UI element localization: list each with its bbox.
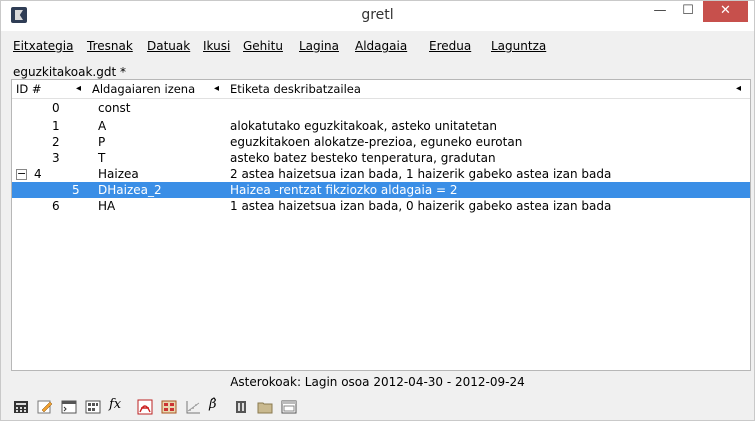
row-label: asteko batez besteko tenperatura, gradut… bbox=[230, 151, 496, 165]
table-row[interactable]: 0 const bbox=[12, 100, 750, 116]
row-id: 5 bbox=[72, 183, 80, 197]
table-header: ID # ◂ Aldagaiaren izena ◂ Etiketa deskr… bbox=[12, 80, 750, 99]
row-id: 4 bbox=[34, 167, 42, 181]
menu-variable[interactable]: Aldagaia bbox=[355, 39, 407, 53]
terminal-icon[interactable] bbox=[61, 399, 77, 415]
menu-model-label: Eredua bbox=[429, 39, 472, 53]
edit-icon[interactable] bbox=[37, 399, 53, 415]
column-header-id[interactable]: ID # bbox=[16, 82, 42, 96]
maximize-button[interactable]: ☐ bbox=[675, 1, 701, 22]
pdf-icon[interactable] bbox=[137, 399, 153, 415]
row-name: P bbox=[98, 135, 106, 149]
close-button[interactable]: ✕ bbox=[703, 1, 748, 22]
row-id: 6 bbox=[52, 199, 60, 213]
menu-file[interactable]: Eitxategia bbox=[13, 39, 73, 53]
menu-help[interactable]: Laguntza bbox=[491, 39, 546, 53]
title-bar[interactable]: gretl — ☐ ✕ bbox=[1, 1, 754, 31]
calculator-icon[interactable] bbox=[13, 399, 29, 415]
column-header-name[interactable]: Aldagaiaren izena bbox=[92, 82, 195, 96]
function-icon[interactable]: fx bbox=[109, 397, 129, 413]
menu-sample-label: Lagina bbox=[299, 39, 339, 53]
row-name: T bbox=[98, 151, 106, 165]
row-id: 0 bbox=[52, 101, 60, 115]
menu-add[interactable]: Gehitu bbox=[243, 39, 283, 53]
menu-bar: Eitxategia Tresnak Datuak Ikusi Gehitu L… bbox=[1, 39, 754, 59]
row-name: Haizea bbox=[98, 167, 139, 181]
menu-file-label: Eitxategia bbox=[13, 39, 74, 53]
database-icon[interactable] bbox=[233, 399, 249, 415]
menu-variable-label: Aldagaia bbox=[355, 39, 408, 53]
window-title: gretl bbox=[361, 7, 394, 23]
bottom-toolbar: fx β̂ bbox=[13, 397, 433, 417]
menu-add-label: Gehitu bbox=[243, 39, 283, 53]
row-id: 3 bbox=[52, 151, 60, 165]
status-bar: Asterokoak: Lagin osoa 2012-04-30 - 2012… bbox=[230, 375, 525, 389]
row-label: eguzkitakoen alokatze-prezioa, eguneko e… bbox=[230, 135, 523, 149]
menu-data[interactable]: Datuak bbox=[147, 39, 190, 53]
table-row[interactable]: − 4 Haizea 2 astea haizetsua izan bada, … bbox=[12, 166, 750, 182]
menu-sample[interactable]: Lagina bbox=[299, 39, 339, 53]
menu-view[interactable]: Ikusi bbox=[203, 39, 230, 53]
scroll-columns-icon[interactable]: ◂ bbox=[736, 83, 741, 94]
row-name: A bbox=[98, 119, 107, 133]
row-label: alokatutako eguzkitakoak, asteko unitate… bbox=[230, 119, 497, 133]
menu-tools-label: Tresnak bbox=[87, 39, 133, 53]
table-row[interactable]: 1 A alokatutako eguzkitakoak, asteko uni… bbox=[12, 118, 750, 134]
main-window: gretl — ☐ ✕ Eitxategia Tresnak Datuak Ik… bbox=[0, 0, 755, 421]
menu-view-label: Ikusi bbox=[203, 39, 231, 53]
table-row[interactable]: 3 T asteko batez besteko tenperatura, gr… bbox=[12, 150, 750, 166]
row-name: DHaizea_2 bbox=[98, 183, 162, 197]
plot-icon[interactable] bbox=[185, 399, 201, 415]
row-id: 2 bbox=[52, 135, 60, 149]
dataset-filename: eguzkitakoak.gdt * bbox=[13, 65, 126, 79]
row-name: HA bbox=[98, 199, 116, 213]
collapse-expander[interactable]: − bbox=[16, 168, 27, 180]
row-label: 2 astea haizetsua izan bada, 1 haizerik … bbox=[230, 167, 612, 181]
menu-tools[interactable]: Tresnak bbox=[87, 39, 133, 53]
table-row-selected[interactable]: 5 DHaizea_2 Haizea -rentzat fikziozko al… bbox=[12, 182, 750, 198]
table-row[interactable]: 6 HA 1 astea haizetsua izan bada, 0 haiz… bbox=[12, 198, 750, 214]
table-row[interactable]: 2 P eguzkitakoen alokatze-prezioa, egune… bbox=[12, 134, 750, 150]
variable-list[interactable]: ID # ◂ Aldagaiaren izena ◂ Etiketa deskr… bbox=[11, 79, 751, 371]
sort-left-icon[interactable]: ◂ bbox=[76, 83, 81, 94]
menu-model[interactable]: Eredua bbox=[429, 39, 471, 53]
sort-left-icon[interactable]: ◂ bbox=[214, 83, 219, 94]
menu-help-label: Laguntza bbox=[491, 39, 547, 53]
row-label: 1 astea haizetsua izan bada, 0 haizerik … bbox=[230, 199, 612, 213]
row-name: const bbox=[98, 101, 131, 115]
row-id: 1 bbox=[52, 119, 60, 133]
window-icon[interactable] bbox=[281, 399, 297, 415]
menu-data-label: Datuak bbox=[147, 39, 191, 53]
icon-view-icon[interactable] bbox=[161, 399, 177, 415]
row-label: Haizea -rentzat fikziozko aldagaia = 2 bbox=[230, 183, 458, 197]
minimize-button[interactable]: — bbox=[647, 1, 673, 22]
folder-icon[interactable] bbox=[257, 399, 273, 415]
model-icon[interactable]: β̂ bbox=[209, 397, 225, 413]
column-header-label[interactable]: Etiketa deskribatzailea bbox=[230, 82, 361, 96]
session-icon[interactable] bbox=[85, 399, 101, 415]
